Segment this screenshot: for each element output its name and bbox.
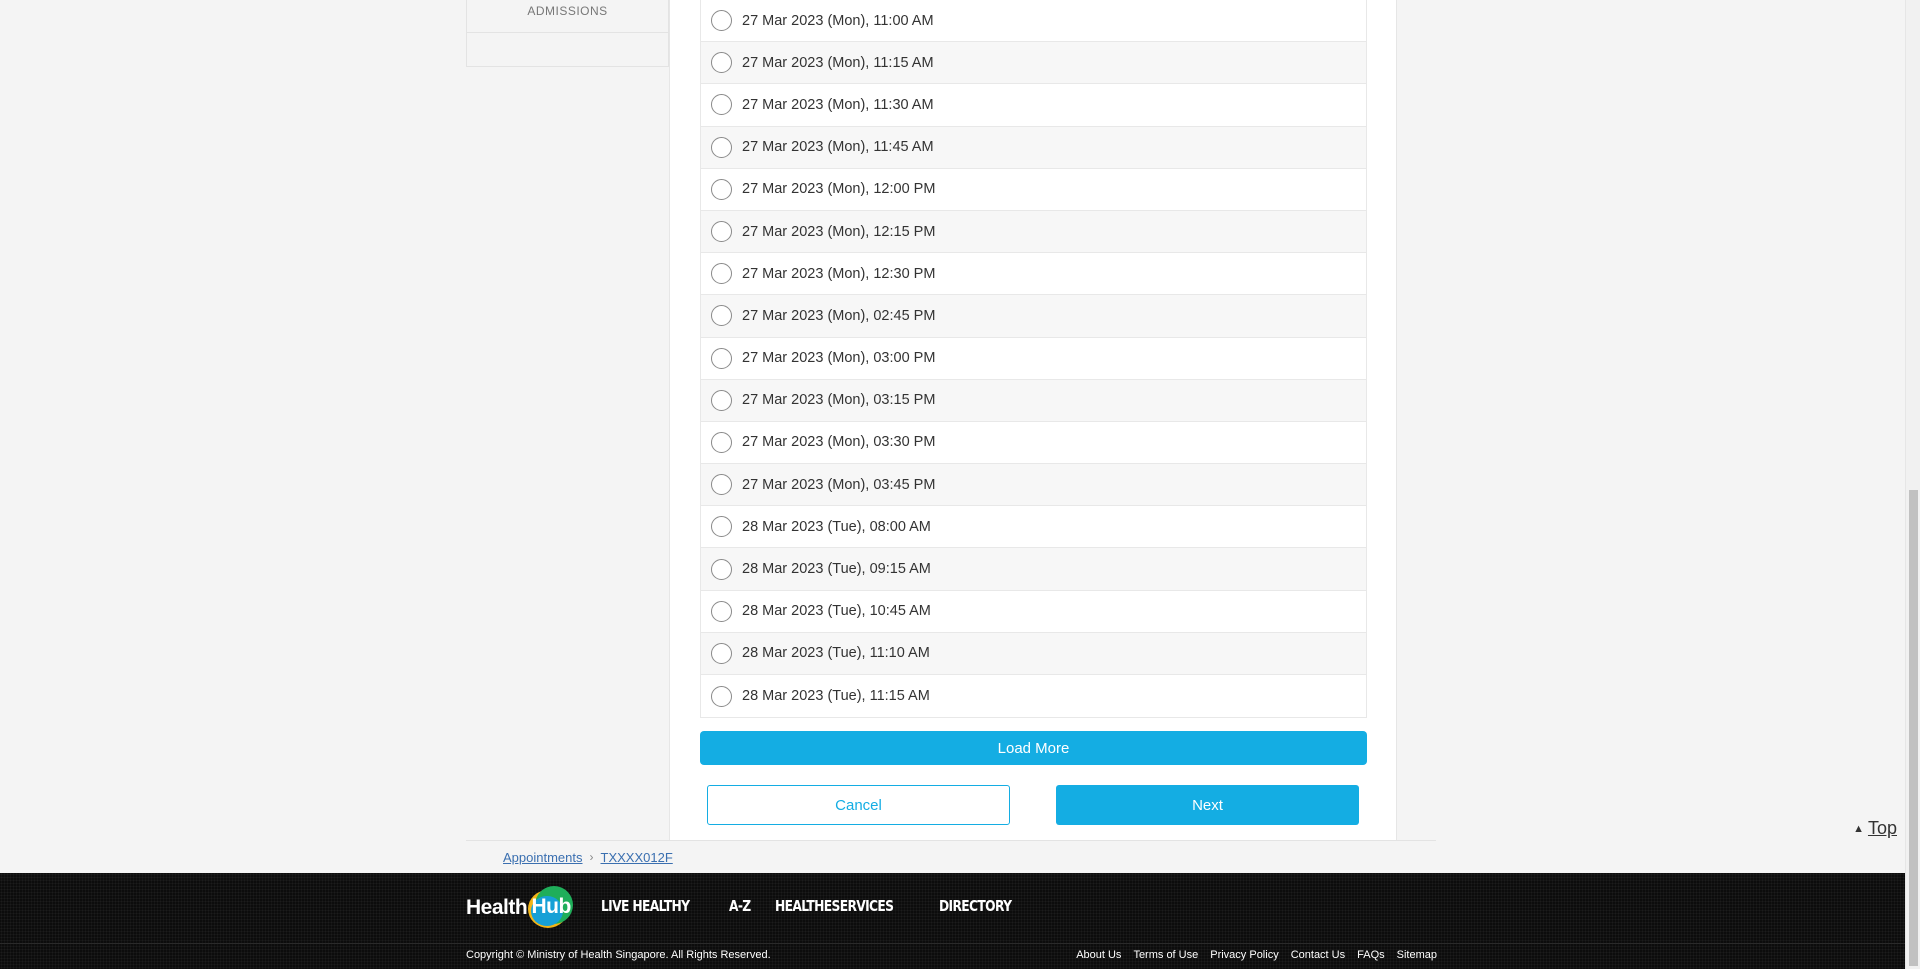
sidebar: ADMISSIONS bbox=[466, 0, 669, 67]
slot-option[interactable]: 27 Mar 2023 (Mon), 02:45 PM bbox=[701, 295, 1366, 338]
slot-option[interactable]: 27 Mar 2023 (Mon), 11:00 AM bbox=[701, 0, 1366, 43]
breadcrumb: Appointments › TXXXX012F bbox=[466, 840, 1436, 873]
slot-radio-button[interactable] bbox=[711, 642, 732, 664]
slot-label: 27 Mar 2023 (Mon), 12:30 PM bbox=[742, 265, 936, 282]
footer-link-faqs[interactable]: FAQs bbox=[1357, 949, 1385, 961]
slot-option[interactable]: 27 Mar 2023 (Mon), 03:00 PM bbox=[701, 337, 1366, 380]
slot-radio-button[interactable] bbox=[711, 516, 732, 538]
slot-radio-button[interactable] bbox=[711, 52, 732, 74]
footer-links: About Us Terms of Use Privacy Policy Con… bbox=[1076, 949, 1437, 961]
slot-label: 28 Mar 2023 (Tue), 11:15 AM bbox=[742, 688, 930, 705]
footer-nav-a-z[interactable]: A-Z bbox=[729, 897, 751, 915]
footer-nav: LIVE HEALTHY A-Z HEALTHESERVICES DIRECTO… bbox=[601, 897, 1028, 915]
slot-label: 27 Mar 2023 (Mon), 11:00 AM bbox=[742, 12, 934, 29]
slot-option[interactable]: 27 Mar 2023 (Mon), 11:15 AM bbox=[701, 42, 1366, 85]
site-footer: Health Hub LIVE HEALTHY A-Z HEALTHESERVI… bbox=[0, 873, 1905, 969]
appointment-slot-card: 27 Mar 2023 (Mon), 11:00 AM 27 Mar 2023 (… bbox=[669, 0, 1397, 840]
slot-option[interactable]: 27 Mar 2023 (Mon), 03:30 PM bbox=[701, 421, 1366, 465]
breadcrumb-appointments-link[interactable]: Appointments bbox=[503, 850, 583, 865]
slot-label: 27 Mar 2023 (Mon), 03:30 PM bbox=[742, 434, 936, 451]
slot-radio-button[interactable] bbox=[711, 685, 732, 707]
footer-nav-healtheservices[interactable]: HEALTHESERVICES bbox=[775, 897, 894, 915]
footer-link-about-us[interactable]: About Us bbox=[1076, 949, 1121, 961]
slot-list: 27 Mar 2023 (Mon), 11:00 AM 27 Mar 2023 (… bbox=[700, 0, 1367, 719]
slot-radio-button[interactable] bbox=[711, 389, 732, 411]
slot-label: 28 Mar 2023 (Tue), 11:10 AM bbox=[742, 645, 930, 662]
slot-label: 27 Mar 2023 (Mon), 03:00 PM bbox=[742, 350, 936, 367]
slot-option[interactable]: 27 Mar 2023 (Mon), 12:30 PM bbox=[701, 253, 1366, 296]
slot-label: 27 Mar 2023 (Mon), 11:45 AM bbox=[742, 139, 934, 156]
next-button[interactable]: Next bbox=[1056, 785, 1359, 825]
slot-radio-button[interactable] bbox=[711, 94, 732, 116]
slot-label: 28 Mar 2023 (Tue), 08:00 AM bbox=[742, 518, 931, 535]
footer-nav-directory[interactable]: DIRECTORY bbox=[939, 897, 1012, 915]
breadcrumb-current-link[interactable]: TXXXX012F bbox=[601, 850, 673, 865]
slot-radio-button[interactable] bbox=[711, 136, 732, 158]
slot-option[interactable]: 27 Mar 2023 (Mon), 03:45 PM bbox=[701, 464, 1366, 507]
slot-label: 27 Mar 2023 (Mon), 03:15 PM bbox=[742, 392, 936, 409]
footer-link-privacy-policy[interactable]: Privacy Policy bbox=[1210, 949, 1278, 961]
footer-link-contact-us[interactable]: Contact Us bbox=[1291, 949, 1345, 961]
slot-option[interactable]: 28 Mar 2023 (Tue), 09:15 AM bbox=[701, 548, 1366, 591]
back-to-top-label: Top bbox=[1867, 818, 1897, 838]
footer-nav-live-healthy[interactable]: LIVE HEALTHY bbox=[601, 897, 690, 915]
slot-radio-button[interactable] bbox=[711, 600, 732, 622]
slot-label: 28 Mar 2023 (Tue), 09:15 AM bbox=[742, 561, 931, 578]
slot-label: 27 Mar 2023 (Mon), 12:15 PM bbox=[742, 223, 936, 240]
slot-option[interactable]: 28 Mar 2023 (Tue), 10:45 AM bbox=[701, 590, 1366, 633]
slot-option[interactable]: 28 Mar 2023 (Tue), 11:10 AM bbox=[701, 632, 1366, 675]
slot-option[interactable]: 27 Mar 2023 (Mon), 11:30 AM bbox=[701, 84, 1366, 127]
slot-label: 27 Mar 2023 (Mon), 11:30 AM bbox=[742, 96, 934, 113]
sidebar-item-label: ADMISSIONS bbox=[527, 4, 608, 18]
slot-label: 27 Mar 2023 (Mon), 02:45 PM bbox=[742, 307, 936, 324]
slot-option[interactable]: 27 Mar 2023 (Mon), 12:00 PM bbox=[701, 168, 1366, 211]
page-scrollbar[interactable] bbox=[1905, 0, 1920, 969]
footer-link-sitemap[interactable]: Sitemap bbox=[1397, 949, 1437, 961]
slot-option[interactable]: 28 Mar 2023 (Tue), 08:00 AM bbox=[701, 506, 1366, 549]
slot-radio-button[interactable] bbox=[711, 10, 732, 32]
slot-label: 27 Mar 2023 (Mon), 11:15 AM bbox=[742, 54, 934, 71]
slot-option[interactable]: 27 Mar 2023 (Mon), 03:15 PM bbox=[701, 379, 1366, 422]
cancel-button[interactable]: Cancel bbox=[707, 785, 1010, 825]
logo-text-health: Health bbox=[466, 896, 528, 919]
slot-radio-button[interactable] bbox=[711, 178, 732, 200]
copyright-text: Copyright © Ministry of Health Singapore… bbox=[466, 949, 771, 961]
footer-link-terms-of-use[interactable]: Terms of Use bbox=[1133, 949, 1198, 961]
slot-radio-button[interactable] bbox=[711, 347, 732, 369]
slot-option[interactable]: 27 Mar 2023 (Mon), 11:45 AM bbox=[701, 126, 1366, 169]
slot-label: 27 Mar 2023 (Mon), 12:00 PM bbox=[742, 181, 936, 198]
slot-radio-button[interactable] bbox=[711, 431, 732, 453]
slot-radio-button[interactable] bbox=[711, 263, 732, 285]
breadcrumb-separator: › bbox=[589, 850, 594, 864]
back-to-top-link[interactable]: ▲ Top bbox=[1853, 818, 1897, 839]
triangle-up-icon: ▲ bbox=[1853, 822, 1864, 835]
footer-divider bbox=[0, 943, 1905, 944]
load-more-button[interactable]: Load More bbox=[700, 731, 1367, 765]
slot-radio-button[interactable] bbox=[711, 305, 732, 327]
logo-text-hub: Hub bbox=[531, 895, 572, 918]
healthhub-logo[interactable]: Health Hub bbox=[466, 886, 574, 930]
slot-option[interactable]: 27 Mar 2023 (Mon), 12:15 PM bbox=[701, 210, 1366, 254]
slot-option[interactable]: 28 Mar 2023 (Tue), 11:15 AM bbox=[701, 675, 1366, 718]
slot-label: 27 Mar 2023 (Mon), 03:45 PM bbox=[742, 476, 936, 493]
slot-radio-button[interactable] bbox=[711, 221, 732, 243]
slot-radio-button[interactable] bbox=[711, 474, 732, 496]
sidebar-item-admissions[interactable]: ADMISSIONS bbox=[467, 0, 668, 33]
logo-badge-icon: Hub bbox=[528, 886, 574, 930]
slot-radio-button[interactable] bbox=[711, 558, 732, 580]
slot-label: 28 Mar 2023 (Tue), 10:45 AM bbox=[742, 603, 931, 620]
scrollbar-thumb[interactable] bbox=[1909, 490, 1918, 966]
